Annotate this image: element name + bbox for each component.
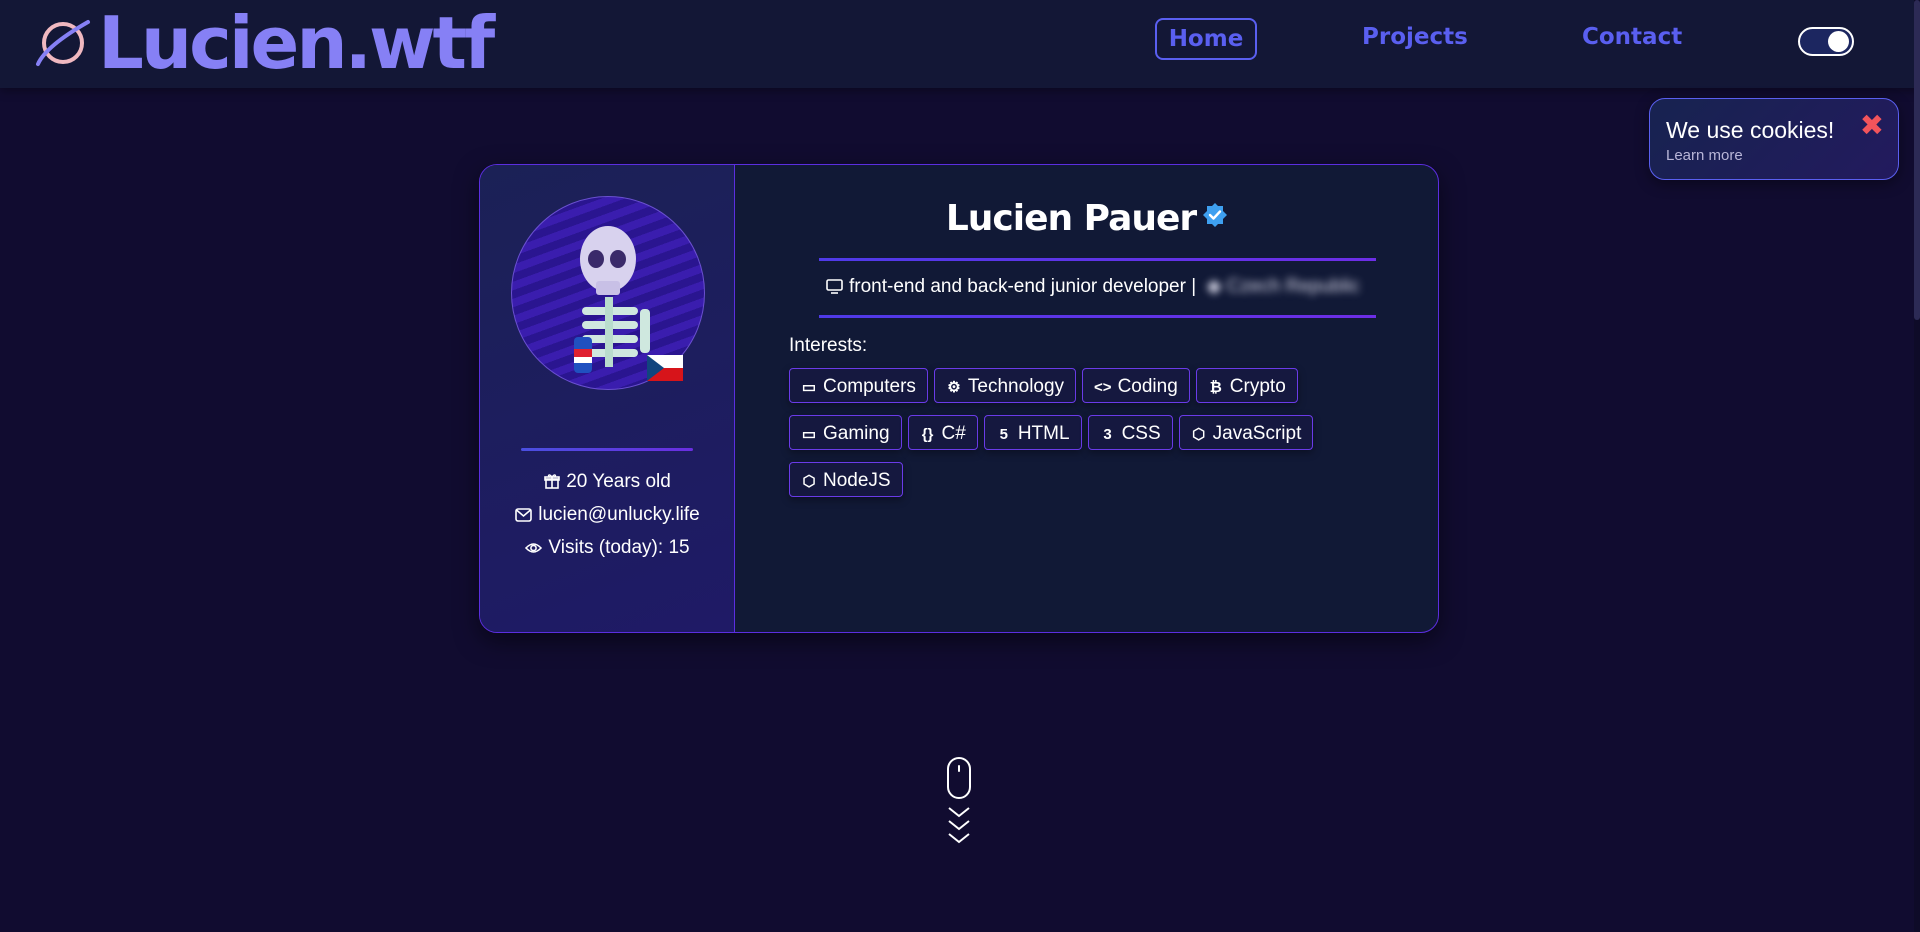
profile-sidebar: 20 Years old lucien@unlucky.life Visits … (480, 165, 735, 632)
location-name: Czech Republic (1226, 276, 1360, 297)
code-icon: <> (1094, 379, 1112, 396)
hexagon-icon: ⬡ (802, 473, 816, 490)
html5-icon: 5 (999, 426, 1008, 443)
interest-chip-computers: ▭ Computers (789, 368, 928, 403)
chip-label: JavaScript (1212, 423, 1302, 444)
interest-chip-csharp: {} C# (907, 415, 978, 450)
theme-toggle[interactable] (1798, 27, 1854, 56)
chip-label: NodeJS (823, 470, 891, 491)
top-navbar: Lucien.wtf Home Projects Contact (0, 0, 1920, 88)
monitor-icon: ▭ (801, 379, 817, 396)
interests-label: Interests: (789, 335, 868, 356)
chip-label: Technology (967, 376, 1065, 397)
sidebar-divider (521, 448, 693, 451)
bitcoin-icon: ₿ (1209, 379, 1222, 396)
interests-list: ▭ Computers ⚙ Technology <> Coding ₿ Crypto ▭ Ga… (789, 368, 1379, 509)
czech-flag-icon (647, 355, 683, 381)
name-divider-top (819, 258, 1376, 261)
gift-icon (544, 474, 561, 489)
interest-chip-javascript: ⬡ JavaScript (1178, 415, 1314, 450)
chip-label: HTML (1017, 423, 1070, 444)
interest-chip-technology: ⚙ Technology (933, 368, 1077, 403)
laptop-icon: ▭ (801, 426, 817, 443)
chip-label: Computers (823, 376, 916, 397)
interest-chip-gaming: ▭ Gaming (789, 415, 902, 450)
verified-badge-icon (1203, 203, 1228, 227)
email-row[interactable]: lucien@unlucky.life (480, 504, 735, 526)
bio-line: front-end and back-end junior developer … (826, 275, 1360, 298)
profile-name-text: Lucien Pauer (945, 198, 1197, 239)
interest-chip-crypto: ₿ Crypto (1195, 368, 1298, 403)
css3-icon: 3 (1103, 426, 1112, 443)
toggle-knob (1828, 31, 1849, 52)
cookie-banner: We use cookies! Learn more ✖ (1649, 98, 1899, 180)
interest-chip-css: 3 CSS (1087, 415, 1173, 450)
site-logo[interactable]: Lucien.wtf (32, 1, 495, 85)
email-text[interactable]: lucien@unlucky.life (538, 504, 700, 525)
bio-text: front-end and back-end junior developer … (849, 276, 1197, 297)
location-text: ◆ Czech Republic (1201, 276, 1360, 297)
cookie-learn-more-link[interactable]: Learn more (1666, 147, 1743, 164)
age-text: 20 Years old (566, 471, 671, 492)
chip-label: Crypto (1229, 376, 1286, 397)
monitor-icon (826, 279, 843, 294)
interest-chip-html: 5 HTML (983, 415, 1082, 450)
cookie-title: We use cookies! (1666, 117, 1835, 143)
visits-text: Visits (today): 15 (548, 537, 690, 558)
chip-label: CSS (1121, 423, 1161, 444)
age-row: 20 Years old (480, 471, 735, 493)
nav-home-link[interactable]: Home (1155, 18, 1257, 60)
name-divider-bottom (819, 315, 1376, 318)
close-x-icon[interactable]: ✖ (1860, 111, 1884, 140)
interest-chip-nodejs: ⬡ NodeJS (789, 462, 903, 497)
scroll-down-icon[interactable] (946, 757, 972, 847)
profile-name: Lucien Pauer (735, 198, 1439, 239)
hexagon-icon: ⬡ (1192, 426, 1206, 443)
eye-icon (525, 543, 543, 553)
scrollbar-thumb[interactable] (1914, 0, 1920, 320)
page-scrollbar[interactable] (1914, 0, 1920, 932)
envelope-icon (515, 508, 533, 522)
profile-card: 20 Years old lucien@unlucky.life Visits … (479, 164, 1439, 633)
visits-row: Visits (today): 15 (480, 537, 735, 559)
chip-label: Coding (1117, 376, 1178, 397)
chip-label: C# (941, 423, 966, 444)
robot-icon: ⚙ (947, 379, 961, 396)
chip-label: Gaming (823, 423, 890, 444)
nav-contact-link[interactable]: Contact (1582, 18, 1682, 56)
logo-text: Lucien.wtf (98, 1, 495, 85)
planet-logo-icon (36, 20, 90, 66)
braces-icon: {} (921, 426, 934, 443)
nav-projects-link[interactable]: Projects (1362, 18, 1468, 56)
interest-chip-coding: <> Coding (1082, 368, 1190, 403)
